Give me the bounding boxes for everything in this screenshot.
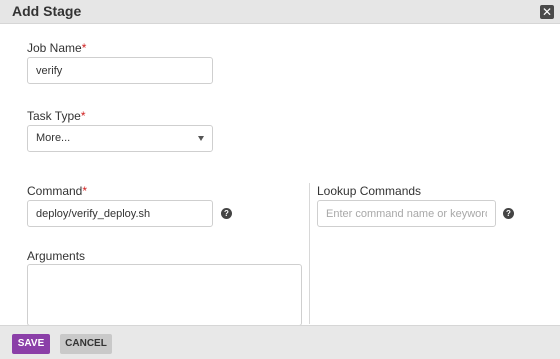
dialog-footer: SAVE CANCEL [0, 325, 560, 359]
required-marker: * [81, 41, 87, 55]
job-name-label-text: Job Name [27, 41, 82, 55]
job-name-input[interactable] [27, 57, 213, 84]
dialog-titlebar: Add Stage ✕ [0, 0, 560, 24]
command-input[interactable] [27, 200, 213, 227]
command-label: Command* [27, 184, 87, 198]
lookup-commands-label: Lookup Commands [317, 184, 422, 198]
arguments-textarea[interactable] [27, 264, 302, 326]
task-type-label: Task Type* [27, 109, 85, 123]
help-icon[interactable]: ? [221, 208, 232, 219]
chevron-down-icon [198, 136, 204, 141]
dialog-title: Add Stage [12, 3, 82, 19]
arguments-label: Arguments [27, 249, 86, 263]
required-marker: * [80, 109, 86, 123]
command-label-text: Command [27, 184, 83, 198]
lookup-commands-input[interactable] [317, 200, 496, 227]
task-type-label-text: Task Type [27, 109, 81, 123]
column-divider [309, 183, 310, 324]
save-button[interactable]: SAVE [12, 334, 50, 354]
required-marker: * [82, 184, 88, 198]
close-icon[interactable]: ✕ [540, 5, 554, 19]
job-name-label: Job Name* [27, 41, 86, 55]
task-type-selected-value: More... [36, 132, 71, 144]
help-icon[interactable]: ? [503, 208, 514, 219]
cancel-button[interactable]: CANCEL [60, 334, 112, 354]
task-type-select[interactable]: More... [27, 125, 213, 152]
